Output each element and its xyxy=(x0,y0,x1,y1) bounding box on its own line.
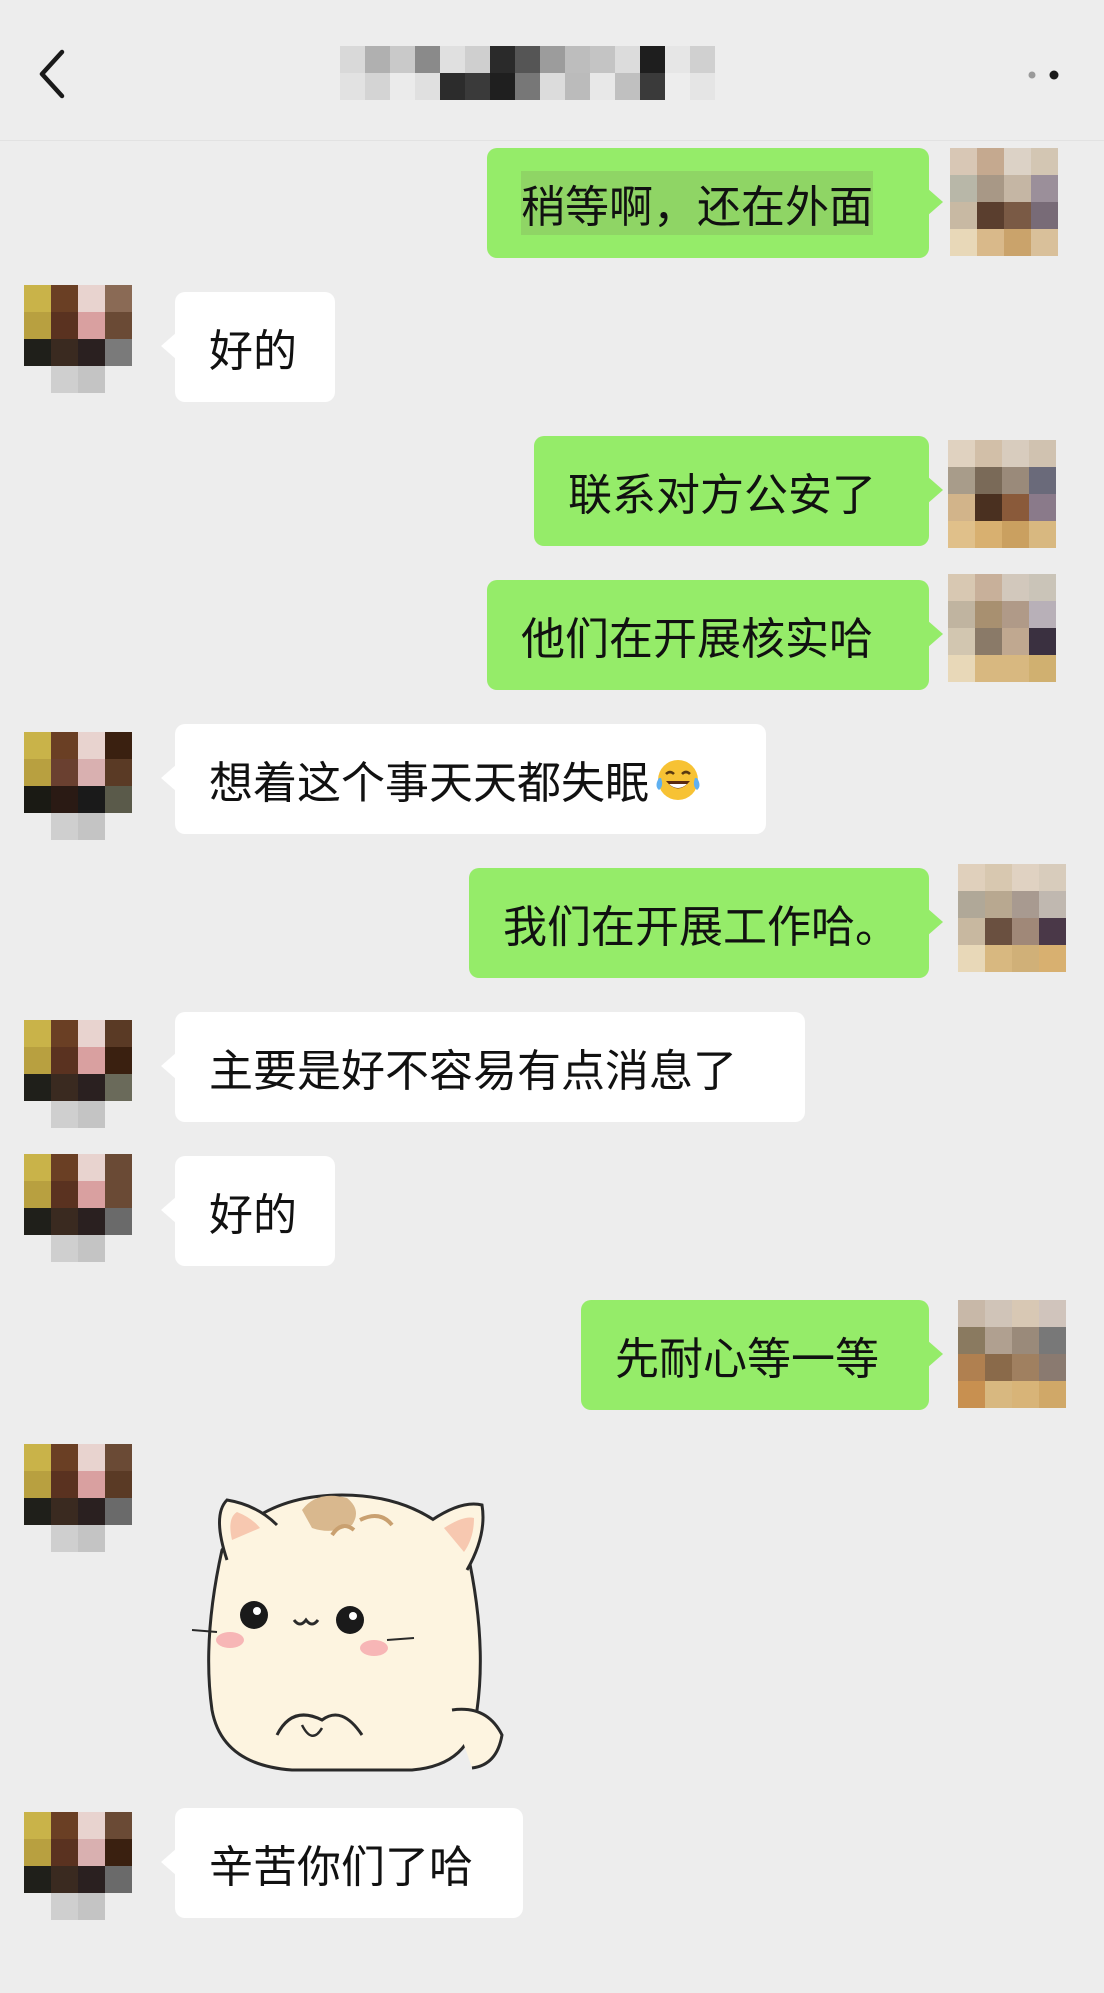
message-bubble-sent[interactable]: 先耐心等一等 xyxy=(581,1300,943,1410)
cat-sticker[interactable] xyxy=(182,1480,512,1780)
my-avatar[interactable] xyxy=(948,440,1056,548)
back-button[interactable] xyxy=(30,44,80,104)
chat-title-blurred xyxy=(340,46,740,100)
contact-avatar[interactable] xyxy=(24,1444,132,1552)
message-bubble-received[interactable]: 好的 xyxy=(161,1156,335,1266)
message-text: 主要是好不容易有点消息了 xyxy=(209,1046,737,1097)
message-bubble-sent[interactable]: 他们在开展核实哈 xyxy=(487,580,943,690)
message-text: 辛苦你们了哈 xyxy=(209,1842,473,1893)
contact-avatar[interactable] xyxy=(24,732,132,840)
message-bubble-sent[interactable]: 稍等啊，还在外面 xyxy=(487,148,943,258)
message-text: 好的 xyxy=(209,326,297,377)
my-avatar[interactable] xyxy=(958,1300,1066,1408)
chevron-left-icon xyxy=(39,49,65,99)
message-bubble-received[interactable]: 想着这个事天天都失眠 xyxy=(161,724,766,834)
tears-of-joy-emoji-icon xyxy=(656,760,700,800)
contact-avatar[interactable] xyxy=(24,1812,132,1920)
message-bubble-received[interactable]: 好的 xyxy=(161,292,335,402)
my-avatar[interactable] xyxy=(950,148,1058,256)
contact-avatar[interactable] xyxy=(24,1020,132,1128)
my-avatar[interactable] xyxy=(958,864,1066,972)
contact-avatar[interactable] xyxy=(24,1154,132,1262)
message-text: 先耐心等一等 xyxy=(615,1334,879,1385)
message-bubble-received[interactable]: 辛苦你们了哈 xyxy=(161,1808,523,1918)
message-bubble-received[interactable]: 主要是好不容易有点消息了 xyxy=(161,1012,805,1122)
message-text: 好的 xyxy=(209,1190,297,1241)
message-bubble-sent[interactable]: 联系对方公安了 xyxy=(534,436,943,546)
message-text: 我们在开展工作哈。 xyxy=(503,902,899,953)
chat-header xyxy=(0,0,1104,141)
message-bubble-sent[interactable]: 我们在开展工作哈。 xyxy=(469,868,943,978)
more-button[interactable] xyxy=(1024,60,1064,90)
message-text: 想着这个事天天都失眠 xyxy=(209,758,649,809)
contact-avatar[interactable] xyxy=(24,285,132,393)
chat-screen: 稍等啊，还在外面 好的 联系对方公安了 他们在开展核实哈 想着这个事天天都失眠 … xyxy=(0,0,1104,1993)
message-text: 稍等啊，还在外面 xyxy=(521,171,873,235)
message-text: 他们在开展核实哈 xyxy=(521,614,873,665)
my-avatar[interactable] xyxy=(948,574,1056,682)
cat-sticker-icon xyxy=(191,1493,504,1772)
more-dots-icon xyxy=(1028,70,1059,80)
message-text: 联系对方公安了 xyxy=(568,470,876,521)
